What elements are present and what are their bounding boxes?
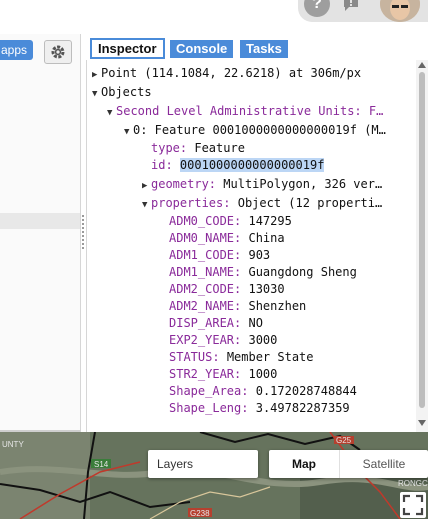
property-row: ADM2_CODE: 13030: [169, 281, 285, 298]
property-key: Shape_Area:: [169, 384, 249, 398]
property-key: STR2_YEAR:: [169, 367, 242, 381]
expand-right-icon[interactable]: ▶: [142, 178, 151, 195]
scroll-thumb[interactable]: [419, 72, 425, 408]
expand-down-icon[interactable]: ▼: [92, 86, 101, 103]
properties-value: Object (12 properti…: [237, 196, 383, 210]
id-row: id: 0001000000000000019f: [151, 157, 325, 174]
properties-row[interactable]: ▼ properties: Object (12 properti…: [142, 195, 382, 214]
property-key: ADM2_CODE:: [169, 282, 242, 296]
property-row: ADM1_CODE: 903: [169, 247, 270, 264]
property-row: DISP_AREA: NO: [169, 315, 263, 332]
point-row[interactable]: ▶ Point (114.1084, 22.6218) at 306m/px: [92, 65, 361, 84]
scripts-panel: [0, 34, 81, 432]
property-value: 3000: [248, 333, 278, 347]
property-key: ADM1_CODE:: [169, 248, 242, 262]
property-key: Shape_Leng:: [169, 401, 249, 415]
map-label-rongc: RONGC: [398, 479, 428, 488]
type-key: type:: [151, 141, 188, 155]
id-value[interactable]: 0001000000000000019f: [179, 158, 325, 172]
property-key: ADM0_NAME:: [169, 231, 242, 245]
collection-row[interactable]: ▼ Second Level Administrative Units: F…: [107, 103, 383, 122]
property-row: ADM0_CODE: 147295: [169, 213, 292, 230]
property-value: NO: [248, 316, 263, 330]
feature-label: 0: Feature 0001000000000000019f (M…: [133, 123, 386, 137]
tab-tasks[interactable]: Tasks: [240, 40, 288, 58]
inspector-panel: ▶ Point (114.1084, 22.6218) at 306m/px ▼ O…: [86, 60, 428, 432]
gear-icon: [51, 45, 65, 59]
property-row: Shape_Leng: 3.49782287359: [169, 400, 350, 417]
settings-button[interactable]: [44, 40, 72, 64]
tab-console[interactable]: Console: [170, 40, 234, 58]
map-label-s14: S14: [94, 460, 109, 469]
expand-down-icon[interactable]: ▼: [107, 105, 116, 122]
feedback-glyph: [344, 0, 358, 11]
tab-bar: Inspector Console Tasks: [86, 38, 428, 60]
type-value: Feature: [194, 141, 245, 155]
property-key: DISP_AREA:: [169, 316, 242, 330]
map-type-map-button[interactable]: Map: [269, 450, 339, 478]
property-value: 903: [248, 248, 271, 262]
map-label-county: UNTY: [2, 440, 24, 449]
property-value: China: [248, 231, 285, 245]
fullscreen-button[interactable]: [400, 492, 426, 518]
property-row: ADM2_NAME: Shenzhen: [169, 298, 306, 315]
property-key: ADM1_NAME:: [169, 265, 242, 279]
map-label-g25: G25: [336, 436, 352, 445]
property-row: STR2_YEAR: 1000: [169, 366, 277, 383]
map-type-control: Map Satellite: [269, 450, 428, 478]
apps-button[interactable]: apps: [0, 40, 33, 60]
property-value: 147295: [248, 214, 292, 228]
property-key: ADM2_NAME:: [169, 299, 242, 313]
geometry-row[interactable]: ▶ geometry: MultiPolygon, 326 ver…: [142, 176, 382, 195]
property-row: Shape_Area: 0.172028748844: [169, 383, 357, 400]
property-value: Shenzhen: [248, 299, 307, 313]
property-value: 13030: [248, 282, 285, 296]
scroll-up-icon[interactable]: [418, 62, 426, 68]
map-label-g238: G238: [190, 509, 210, 518]
type-row: type: Feature: [151, 140, 245, 157]
geometry-value: MultiPolygon, 326 ver…: [223, 177, 383, 191]
property-row: STATUS: Member State: [169, 349, 314, 366]
property-key: STATUS:: [169, 350, 220, 364]
property-value: Guangdong Sheng: [248, 265, 357, 279]
collection-label: Second Level Administrative Units: F…: [116, 104, 384, 118]
point-label: Point (114.1084, 22.6218) at 306m/px: [101, 66, 362, 80]
scroll-down-icon[interactable]: [418, 420, 426, 426]
property-row: ADM1_NAME: Guangdong Sheng: [169, 264, 357, 281]
id-key: id:: [151, 158, 173, 172]
property-value: 0.172028748844: [255, 384, 357, 398]
feature-row[interactable]: ▼ 0: Feature 0001000000000000019f (M…: [124, 122, 386, 141]
properties-key: properties:: [151, 196, 231, 210]
expand-down-icon[interactable]: ▼: [124, 124, 133, 141]
expand-right-icon[interactable]: ▶: [92, 67, 101, 84]
property-value: Member State: [226, 350, 314, 364]
expand-down-icon[interactable]: ▼: [142, 197, 151, 214]
property-row: EXP2_YEAR: 3000: [169, 332, 277, 349]
layers-button[interactable]: Layers: [148, 450, 258, 478]
property-row: ADM0_NAME: China: [169, 230, 285, 247]
map-type-satellite-button[interactable]: Satellite: [339, 450, 428, 478]
fullscreen-icon: [402, 494, 424, 516]
selected-file-row[interactable]: [0, 213, 80, 229]
geometry-key: geometry:: [151, 177, 217, 191]
objects-label: Objects: [101, 85, 152, 99]
property-value: 1000: [248, 367, 278, 381]
property-key: ADM0_CODE:: [169, 214, 242, 228]
property-key: EXP2_YEAR:: [169, 333, 242, 347]
objects-row[interactable]: ▼ Objects: [92, 84, 152, 103]
property-value: 3.49782287359: [255, 401, 350, 415]
tab-inspector[interactable]: Inspector: [90, 38, 165, 59]
